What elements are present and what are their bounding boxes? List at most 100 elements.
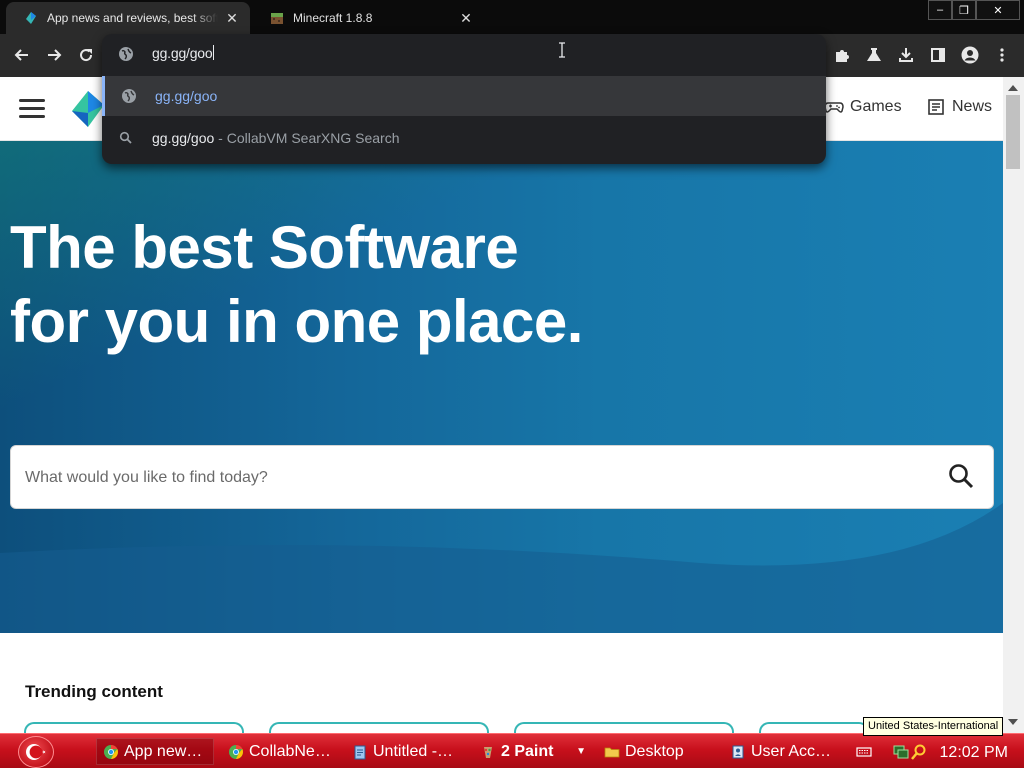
trending-card[interactable] xyxy=(24,722,244,733)
gamepad-icon xyxy=(824,102,844,113)
start-button[interactable] xyxy=(18,736,54,768)
taskbar-item-label: User Acc… xyxy=(751,742,832,760)
site-search-input[interactable] xyxy=(25,460,905,496)
hero-headline-line2: for you in one place. xyxy=(10,288,583,355)
taskbar-item-label: App new… xyxy=(124,742,203,760)
newspaper-icon xyxy=(928,99,944,115)
flask-icon xyxy=(867,48,881,61)
nav-news-label: News xyxy=(952,98,993,115)
text-caret xyxy=(213,45,215,60)
paint-icon xyxy=(484,746,492,758)
trending-heading: Trending content xyxy=(25,682,163,701)
suggestion-query: gg.gg/goo xyxy=(152,130,215,146)
suggestion-engine: - CollabVM SearXNG Search xyxy=(214,130,400,146)
omnibox-dropdown: gg.gg/goo gg.gg/goo gg.gg/goo - CollabVM… xyxy=(102,34,826,164)
taskbar-item-label: Desktop xyxy=(625,742,684,760)
keyboard-icon[interactable] xyxy=(856,745,872,759)
chrome-icon xyxy=(229,744,243,759)
site-search-box xyxy=(10,445,994,509)
taskbar-clock[interactable]: 12:02 PM xyxy=(940,744,1008,762)
reload-icon xyxy=(80,49,93,62)
taskbar-item-notepad[interactable]: Untitled -… xyxy=(346,738,464,765)
omnibox-suggestion-url[interactable]: gg.gg/goo xyxy=(102,76,826,116)
scroll-up-arrow-icon[interactable] xyxy=(1008,85,1018,91)
nav-news[interactable]: News xyxy=(926,97,992,117)
address-input[interactable]: gg.gg/goo xyxy=(152,45,215,61)
folder-icon xyxy=(604,747,620,757)
page-scrollbar[interactable] xyxy=(1003,77,1024,733)
tab-close-icon[interactable]: ✕ xyxy=(458,10,474,26)
puzzle-icon xyxy=(836,50,849,62)
group-dropdown-icon[interactable]: ▼ xyxy=(576,746,586,757)
restore-icon: ❐ xyxy=(959,4,969,17)
notepad-icon xyxy=(354,745,366,759)
nav-games-label: Games xyxy=(850,98,902,115)
keyboard-layout-tooltip: United States-International xyxy=(863,717,1004,736)
suggestion-text: gg.gg/goo - CollabVM SearXNG Search xyxy=(152,130,399,146)
side-panel-button[interactable] xyxy=(925,42,951,68)
address-input-text: gg.gg/goo xyxy=(152,45,213,61)
chrome-icon xyxy=(104,744,118,759)
menu-button[interactable] xyxy=(989,42,1015,68)
address-bar[interactable]: gg.gg/goo xyxy=(102,34,826,74)
tab-minecraft[interactable]: Minecraft 1.8.8 ✕ xyxy=(252,2,484,34)
site-logo-icon[interactable] xyxy=(70,89,106,129)
minimize-icon: ‒ xyxy=(936,4,944,16)
download-icon xyxy=(899,48,913,62)
tab-close-icon[interactable]: ✕ xyxy=(224,10,240,26)
taskbar-item-label: 2 Paint xyxy=(501,742,554,760)
scroll-down-arrow-icon[interactable] xyxy=(1008,719,1018,725)
close-window-button[interactable]: ✕ xyxy=(976,0,1020,20)
restore-button[interactable]: ❐ xyxy=(952,0,976,20)
kebab-menu-icon xyxy=(1000,48,1004,62)
hero-wave-decoration xyxy=(0,503,1003,633)
system-tray: 12:02 PM xyxy=(850,736,1024,767)
turkish-flag-start-icon xyxy=(26,744,46,760)
taskbar-item-desktop[interactable]: Desktop xyxy=(598,738,716,765)
side-panel-icon xyxy=(931,48,945,62)
trending-card[interactable] xyxy=(269,722,489,733)
hero-headline: The best Software for you in one place. xyxy=(10,211,710,359)
taskbar-item-app-news[interactable]: App new… xyxy=(96,738,214,765)
search-icon xyxy=(119,131,132,144)
suggestion-text: gg.gg/goo xyxy=(155,88,218,104)
minimize-button[interactable]: ‒ xyxy=(928,0,952,20)
site-favicon-icon xyxy=(26,12,36,24)
network-icon[interactable] xyxy=(892,743,910,761)
labs-button[interactable] xyxy=(861,42,887,68)
hamburger-menu-icon[interactable] xyxy=(19,99,45,119)
tab-title: Minecraft 1.8.8 xyxy=(293,11,373,25)
taskbar-item-label: Untitled -… xyxy=(373,742,454,760)
scrollbar-thumb[interactable] xyxy=(1006,95,1020,169)
taskbar-item-collabnet[interactable]: CollabNe… xyxy=(222,738,340,765)
avatar-icon xyxy=(961,46,979,64)
ibeam-cursor-icon xyxy=(559,42,565,58)
close-icon: ✕ xyxy=(993,4,1003,17)
downloads-button[interactable] xyxy=(893,42,919,68)
reload-button[interactable] xyxy=(73,42,99,68)
extensions-button[interactable] xyxy=(829,42,855,68)
trending-card[interactable] xyxy=(514,722,734,733)
back-button[interactable] xyxy=(9,42,35,68)
taskbar-item-label: CollabNe… xyxy=(249,742,331,760)
omnibox-suggestion-search[interactable]: gg.gg/goo - CollabVM SearXNG Search xyxy=(102,118,826,158)
minecraft-favicon-icon xyxy=(271,13,283,24)
search-icon[interactable] xyxy=(947,462,975,490)
globe-icon xyxy=(122,89,136,103)
hero-banner: The best Software for you in one place. xyxy=(0,141,1003,633)
trending-card[interactable] xyxy=(759,722,869,733)
globe-icon xyxy=(119,47,133,61)
hero-headline-line1: The best Software xyxy=(10,214,519,281)
forward-button[interactable] xyxy=(41,42,67,68)
tab-strip: App news and reviews, best software down… xyxy=(0,0,1024,34)
forward-arrow-icon xyxy=(48,49,62,61)
nav-games[interactable]: Games xyxy=(824,97,902,117)
web-page: Games News The best Software for you in … xyxy=(0,77,1003,733)
tab-app-news[interactable]: App news and reviews, best software down… xyxy=(6,2,250,34)
user-accounts-icon xyxy=(732,745,744,758)
profile-button[interactable] xyxy=(957,42,983,68)
back-arrow-icon xyxy=(14,49,28,61)
magnifier-tray-icon[interactable] xyxy=(910,743,928,761)
taskbar-item-user-accounts[interactable]: User Acc… xyxy=(724,738,842,765)
taskbar-item-paint-group[interactable]: 2 Paint ▼ xyxy=(474,738,592,765)
